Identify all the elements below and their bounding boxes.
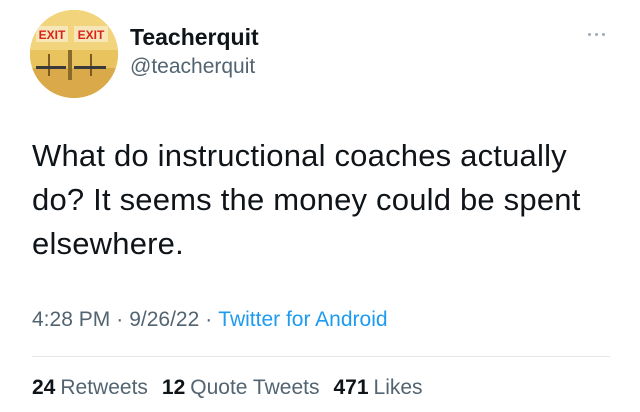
avatar[interactable]: EXIT EXIT <box>30 10 118 98</box>
exit-sign-avatar-image: EXIT EXIT <box>30 10 118 98</box>
quote-tweets-stat[interactable]: 12 Quote Tweets <box>162 374 320 402</box>
author-display-name[interactable]: Teacherquit <box>130 23 259 51</box>
tweet-text: What do instructional coaches actually d… <box>32 138 581 261</box>
quote-tweets-label: Quote Tweets <box>190 376 320 399</box>
tweet-card: EXIT EXIT Teacherquit @teacherquit What … <box>0 0 640 412</box>
tweet-metadata: 4:28 PM · 9/26/22 · Twitter for Android <box>32 306 388 334</box>
exit-sign-text-1: EXIT <box>39 28 66 42</box>
divider <box>32 356 610 357</box>
author-handle[interactable]: @teacherquit <box>130 53 259 81</box>
author-names: Teacherquit @teacherquit <box>130 23 259 81</box>
tweet-time[interactable]: 4:28 PM <box>32 308 110 331</box>
tweet-header: EXIT EXIT Teacherquit @teacherquit <box>30 10 620 100</box>
tweet-stats: 24 Retweets 12 Quote Tweets 471 Likes <box>32 374 437 402</box>
separator-dot: · <box>205 308 213 331</box>
likes-count: 471 <box>333 376 369 399</box>
separator-dot: · <box>116 308 124 331</box>
exit-sign-text-2: EXIT <box>78 28 105 42</box>
retweets-stat[interactable]: 24 Retweets <box>32 374 148 402</box>
retweets-count: 24 <box>32 376 56 399</box>
retweets-label: Retweets <box>60 376 148 399</box>
likes-stat[interactable]: 471 Likes <box>333 374 422 402</box>
tweet-source-link[interactable]: Twitter for Android <box>218 308 387 331</box>
likes-label: Likes <box>373 376 423 399</box>
more-horizontal-icon[interactable] <box>586 30 608 40</box>
tweet-date[interactable]: 9/26/22 <box>129 308 199 331</box>
quote-tweets-count: 12 <box>161 376 186 399</box>
